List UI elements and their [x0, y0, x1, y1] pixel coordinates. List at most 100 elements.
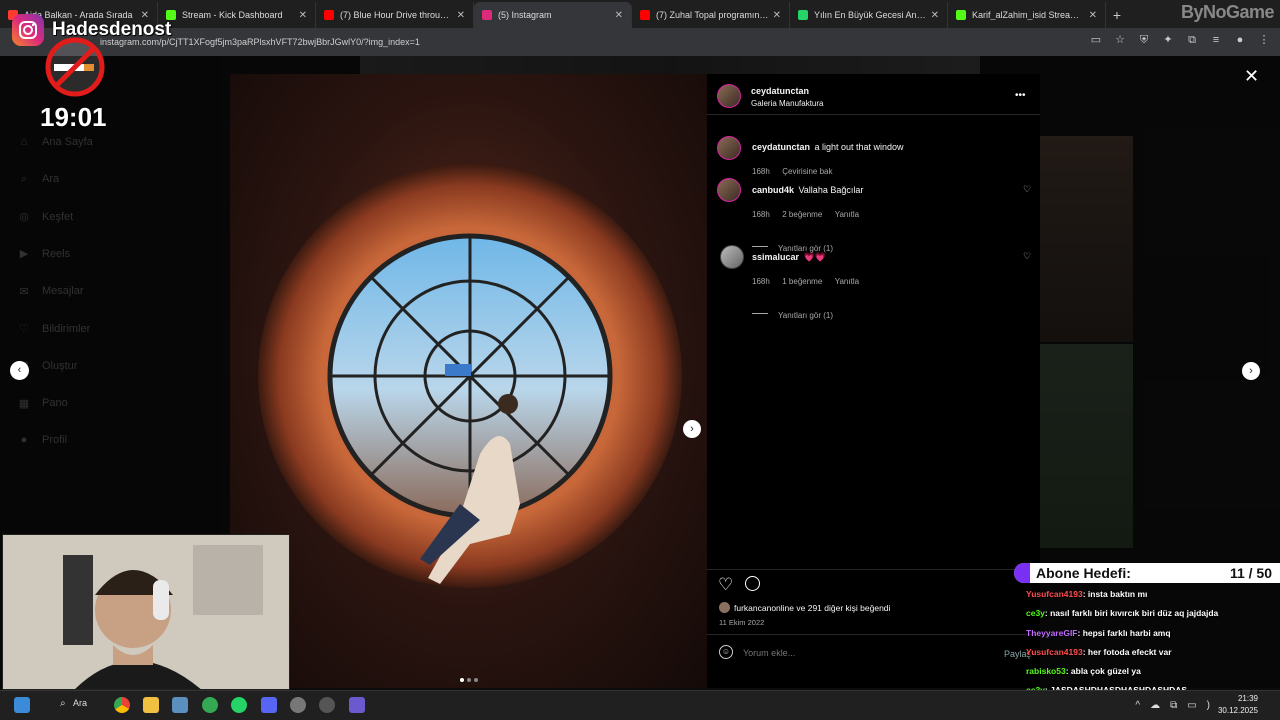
chat-text: : her fotoda efeckt var [1082, 646, 1172, 657]
next-post-button[interactable]: › [1242, 362, 1260, 380]
translate-link[interactable]: Çevirisine bak [782, 167, 832, 176]
tab-favicon-icon [640, 10, 650, 20]
toolbar-icons: ▭ ☆ ⛨ ✦ ⧉ ≡ ● ⋮ [1090, 34, 1270, 46]
close-modal-icon[interactable]: ✕ [1244, 66, 1259, 87]
more-options-icon[interactable]: ••• [1015, 90, 1026, 101]
chat-username[interactable]: ce3y [1026, 608, 1045, 618]
caption-avatar[interactable] [717, 136, 741, 160]
caption-text: a light out that window [814, 142, 904, 152]
subscriber-goal-count: 11 / 50 [1229, 565, 1272, 581]
discord-icon[interactable] [261, 697, 277, 713]
new-tab-button[interactable]: + [1106, 2, 1128, 28]
tab-title: Karif_alZahim_isid Stream - Wa [972, 10, 1085, 20]
playlist-icon[interactable]: ≡ [1210, 34, 1222, 46]
browser-tab[interactable]: (7) Zuhal Topal programında da ✕ [632, 2, 790, 28]
post-image[interactable]: › [230, 74, 707, 688]
menu-kebab-icon[interactable]: ⋮ [1258, 34, 1270, 46]
subscriber-goal-label: Abone Hedefi: [1036, 565, 1131, 581]
bookmark-star-icon[interactable]: ☆ [1114, 34, 1126, 46]
browser-tab[interactable]: (5) Instagram ✕ [474, 2, 632, 28]
file-explorer-icon[interactable] [143, 697, 159, 713]
close-tab-icon[interactable]: ✕ [773, 10, 781, 21]
caption-username[interactable]: ceydatunctan [752, 142, 810, 152]
puzzle-icon[interactable]: ⧉ [1186, 34, 1198, 46]
tab-favicon-icon [324, 10, 334, 20]
close-tab-icon[interactable]: ✕ [299, 10, 307, 21]
chrome-icon[interactable] [114, 697, 130, 713]
app-icon[interactable] [172, 697, 188, 713]
brand-watermark: ByNoGame [1180, 2, 1275, 22]
extension-icon[interactable]: ✦ [1162, 34, 1174, 46]
windows-start-icon[interactable] [14, 697, 30, 713]
cast-icon[interactable]: ▭ [1090, 34, 1102, 46]
obs-icon[interactable] [319, 697, 335, 713]
comment-input[interactable] [743, 646, 983, 660]
like-heart-icon[interactable]: ♡ [718, 575, 733, 595]
comment-likes[interactable]: 1 beğenme [782, 277, 822, 286]
reply-button[interactable]: Yanıtla [835, 277, 859, 286]
comment-likes[interactable]: 2 beğenme [782, 210, 822, 219]
likes-summary: furkancanonline ve 291 diğer kişi beğend… [719, 602, 890, 613]
shield-icon[interactable]: ⛨ [1138, 34, 1150, 46]
comment-text: 💗💗 [803, 252, 826, 262]
system-tray-icons[interactable]: ^☁⧉▭) [1135, 700, 1220, 711]
profile-avatar-icon[interactable]: ● [1234, 34, 1246, 46]
chat-username[interactable]: TheyyareGIF [1026, 628, 1078, 638]
close-tab-icon[interactable]: ✕ [615, 10, 623, 21]
subscriber-goal-progress [1014, 563, 1030, 583]
likes-text[interactable]: furkancanonline ve 291 diğer kişi beğend… [734, 603, 890, 613]
comment-avatar[interactable] [717, 178, 741, 202]
next-image-button[interactable]: › [683, 420, 701, 438]
chat-message: rabisko53: abla çok güzel ya [1026, 665, 1280, 684]
webcam-feed [2, 534, 290, 690]
taskbar-search-label[interactable]: Ara [73, 698, 87, 708]
caption: ceydatunctan a light out that window 168… [752, 137, 1032, 179]
browser-tabstrip: Aida Balkan - Arada Sırada ✕ Stream - Kick… [0, 0, 1280, 28]
post-header: ceydatunctan Galeria Manufaktura [751, 86, 823, 108]
view-replies-link[interactable]: Yanıtları gör (1) [778, 311, 833, 320]
chrome-profile-icon[interactable] [202, 697, 218, 713]
divider [707, 569, 1040, 570]
comment-like-icon[interactable]: ♡ [1023, 184, 1031, 195]
chat-message: Yusufcan4193: insta baktın mı [1026, 588, 1280, 607]
browser-tab[interactable]: Yılın En Büyük Gecesi Ankara b ✕ [790, 2, 948, 28]
chat-text: : hepsi farklı harbi amq [1077, 627, 1171, 638]
chat-username[interactable]: Yusufcan4193 [1026, 647, 1083, 657]
tab-title: (7) Zuhal Topal programında da [656, 10, 769, 20]
comment-bubble-icon[interactable] [745, 576, 760, 591]
browser-tab[interactable]: Stream - Kick Dashboard ✕ [158, 2, 316, 28]
comment-like-icon[interactable]: ♡ [1023, 251, 1031, 262]
post-location[interactable]: Galeria Manufaktura [751, 99, 823, 108]
taskbar-search-icon[interactable]: ⌕ [60, 698, 66, 709]
carousel-dots [460, 678, 478, 682]
comment-username[interactable]: ssimalucar [752, 252, 799, 262]
chat-username[interactable]: Yusufcan4193 [1026, 589, 1083, 599]
settings-icon[interactable] [290, 697, 306, 713]
no-smoking-icon [45, 37, 105, 97]
system-clock[interactable]: 21:39 30.12.2025 [1218, 693, 1258, 717]
comment-username[interactable]: canbud4k [752, 185, 794, 195]
emoji-icon[interactable]: ☺ [719, 645, 733, 659]
tab-favicon-icon [956, 10, 966, 20]
author-avatar[interactable] [717, 84, 741, 108]
app-icon[interactable] [349, 697, 365, 713]
liker-avatar [719, 602, 730, 613]
system-date: 30.12.2025 [1217, 706, 1258, 715]
chat-username[interactable]: rabisko53 [1026, 666, 1066, 676]
browser-toolbar: instagram.com/p/CjTT1XFogf5jm3paRPlsxhVF… [0, 28, 1280, 56]
whatsapp-icon[interactable] [231, 697, 247, 713]
post-date: 11 Ekim 2022 [719, 618, 765, 627]
instagram-logo-icon [12, 14, 44, 46]
browser-tab[interactable]: (7) Blue Hour Drive through Tok ✕ [316, 2, 474, 28]
comment-avatar[interactable] [720, 245, 744, 269]
close-tab-icon[interactable]: ✕ [457, 10, 465, 21]
close-tab-icon[interactable]: ✕ [1089, 10, 1097, 21]
chat-text: : insta baktın mı [1082, 589, 1148, 599]
tab-favicon-icon [798, 10, 808, 20]
author-username[interactable]: ceydatunctan [751, 86, 823, 96]
chat-message: ce3y: nasıl farklı biri kıvırcık biri dü… [1026, 607, 1280, 626]
previous-post-button[interactable]: ‹ [10, 361, 29, 380]
close-tab-icon[interactable]: ✕ [931, 10, 939, 21]
browser-tab[interactable]: Karif_alZahim_isid Stream - Wa ✕ [948, 2, 1106, 28]
reply-button[interactable]: Yanıtla [835, 210, 859, 219]
